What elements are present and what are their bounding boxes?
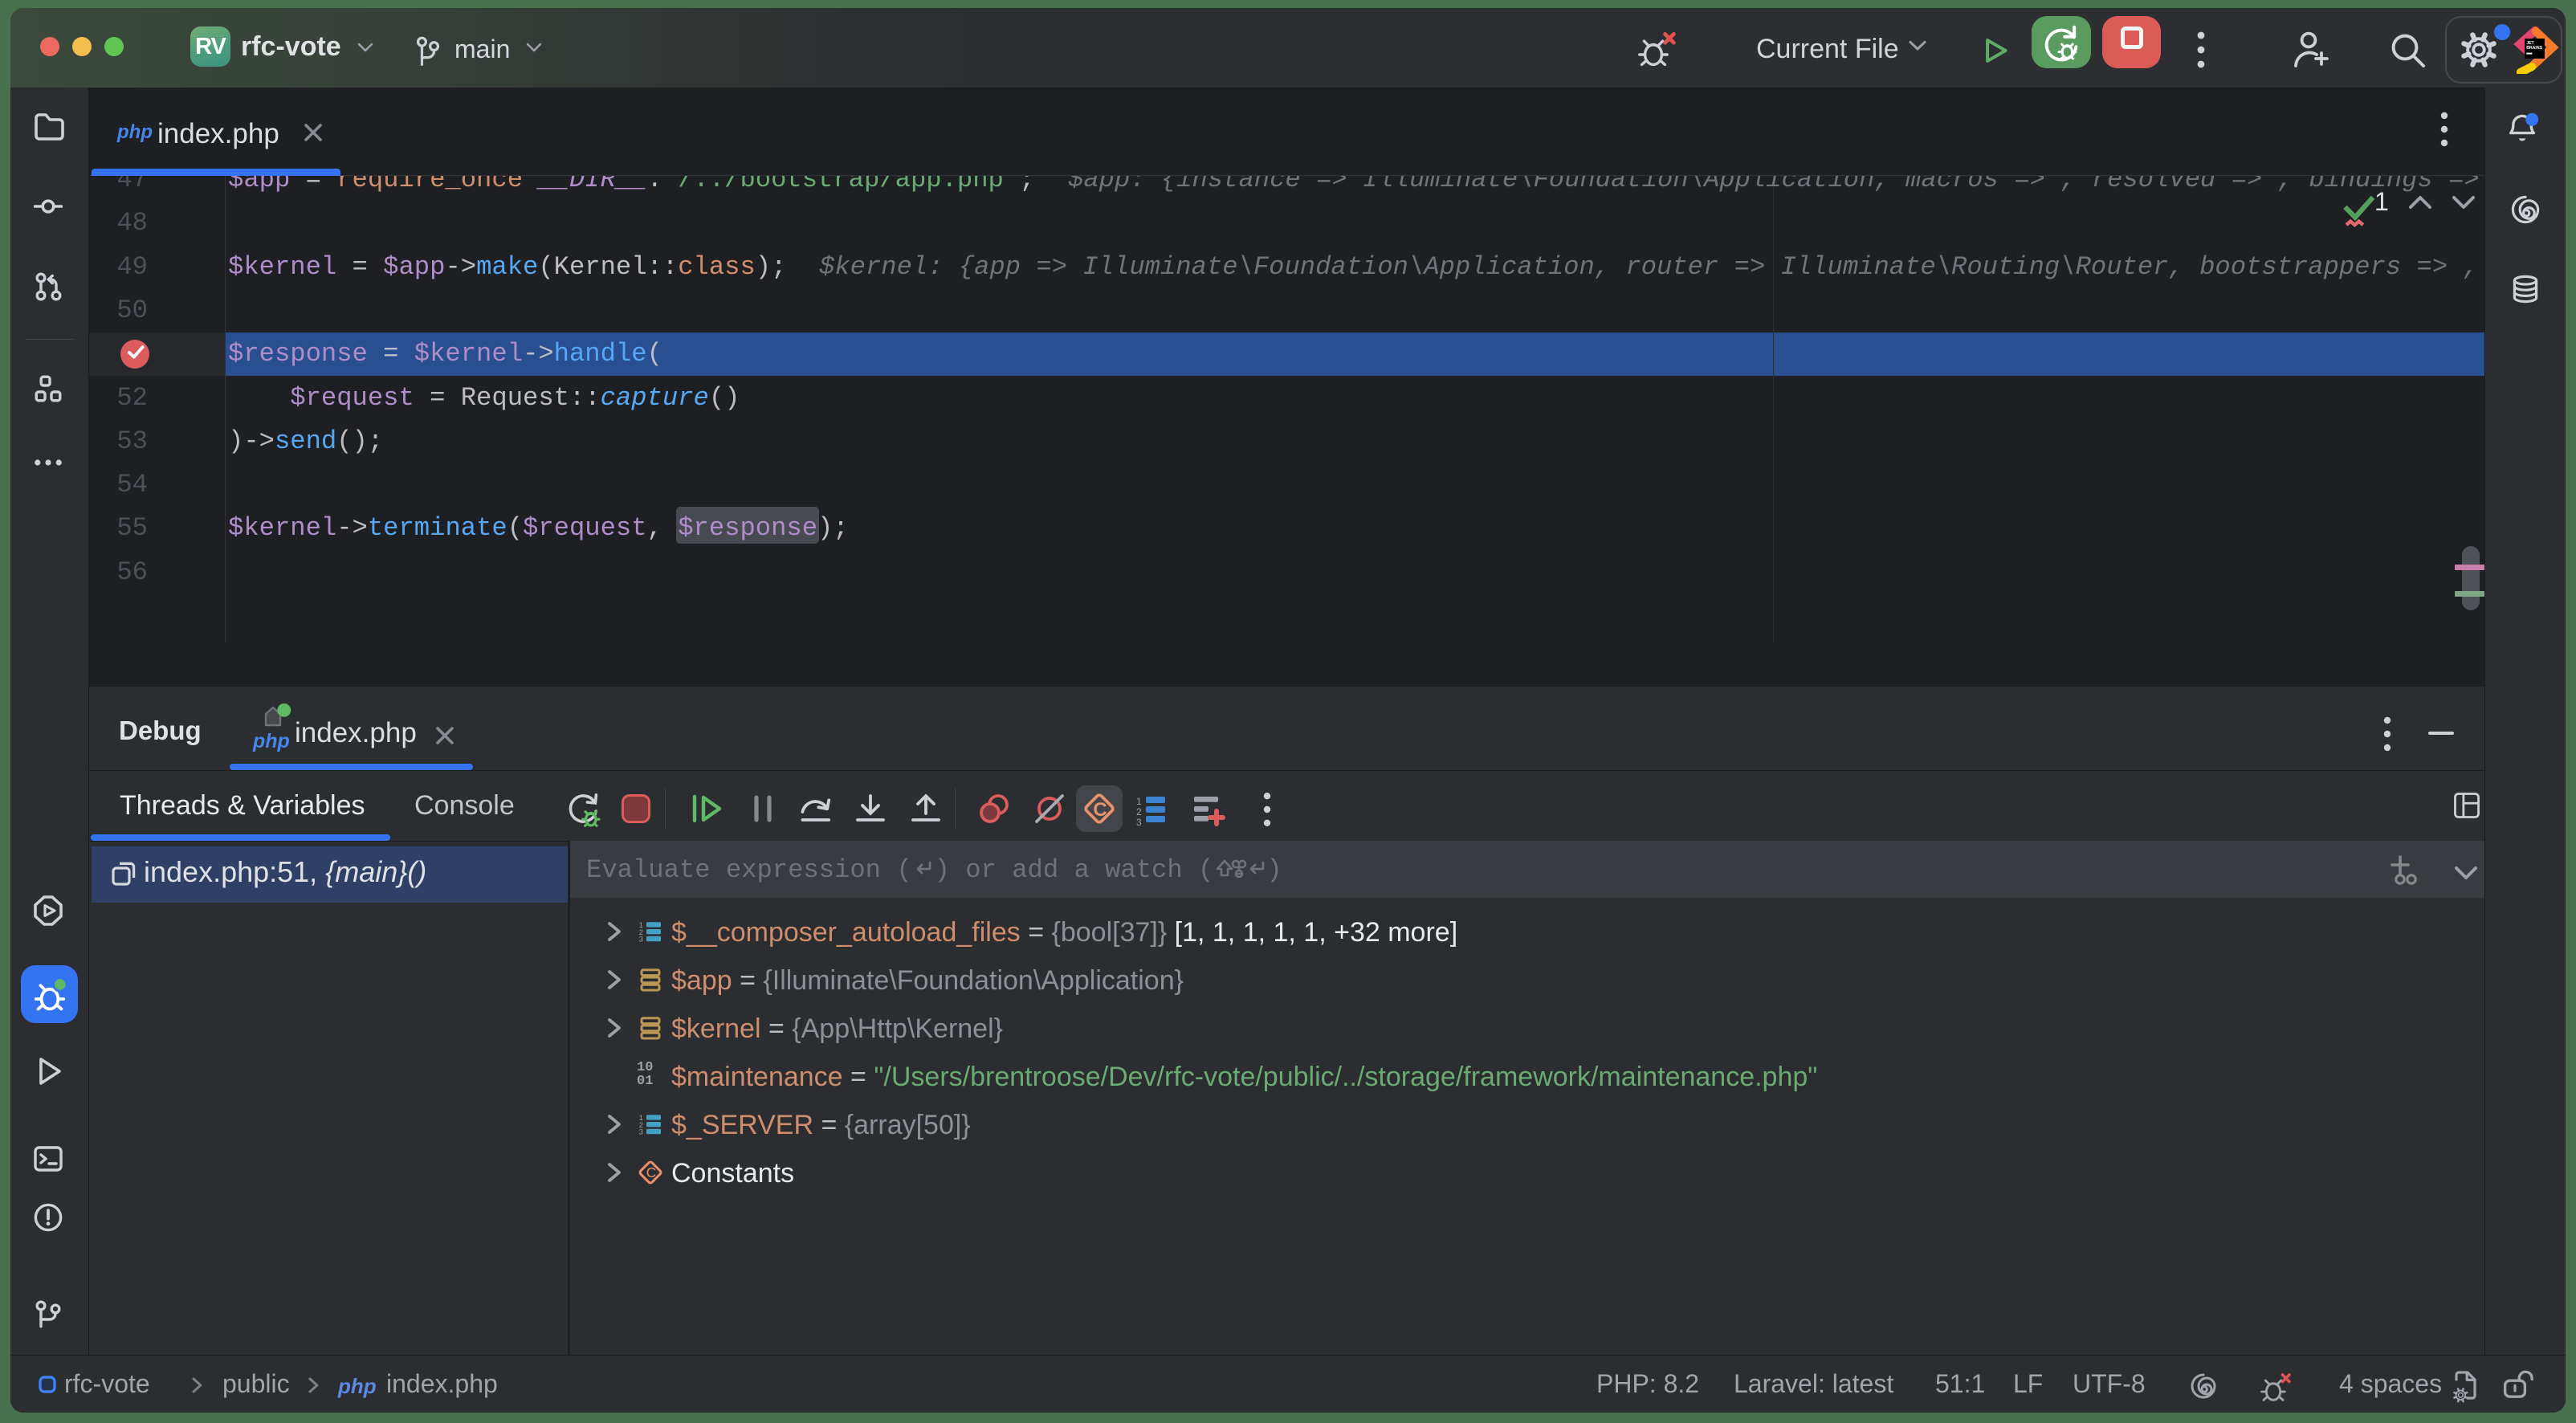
- svg-text:3: 3: [639, 1128, 643, 1136]
- svg-text:2: 2: [1136, 806, 1142, 818]
- svg-text:1: 1: [1136, 796, 1142, 807]
- svg-text:BRAINS: BRAINS: [2526, 46, 2542, 51]
- svg-text:C: C: [1093, 799, 1107, 821]
- svg-text:C: C: [646, 1164, 656, 1180]
- svg-text:3: 3: [639, 936, 643, 944]
- svg-text:3: 3: [1136, 817, 1142, 827]
